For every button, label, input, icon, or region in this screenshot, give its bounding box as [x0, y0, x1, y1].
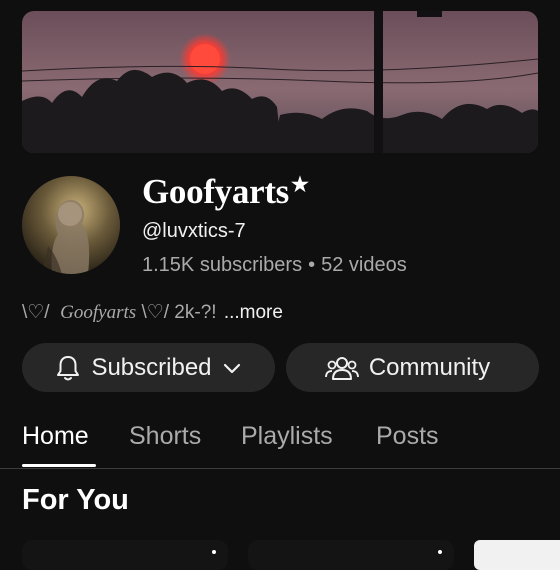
avatar-image — [22, 176, 120, 274]
section-title: For You — [22, 484, 129, 516]
stats-separator: • — [308, 254, 316, 276]
channel-title: Goofyarts ★ — [142, 172, 309, 212]
channel-stats: 1.15K subscribers • 52 videos — [142, 254, 407, 277]
description-suffix: \♡/ 2k-?! — [141, 302, 217, 323]
subscribed-button[interactable]: Subscribed — [22, 343, 275, 392]
community-button[interactable]: Community — [286, 343, 539, 392]
more-link[interactable]: ...more — [224, 302, 283, 323]
channel-name-text: Goofyarts — [142, 172, 289, 211]
subscriber-count: 1.15K subscribers — [142, 254, 303, 276]
bell-icon — [57, 355, 80, 380]
video-card[interactable] — [248, 540, 454, 570]
active-tab-indicator — [22, 464, 96, 467]
video-count: 52 videos — [321, 254, 407, 276]
tab-playlists[interactable]: Playlists — [241, 422, 333, 451]
tab-shorts[interactable]: Shorts — [129, 422, 201, 451]
description-script-name: Goofyarts — [60, 302, 137, 323]
description-prefix: \♡/ — [22, 302, 50, 323]
channel-handle: @luvxtics-7 — [142, 220, 246, 242]
channel-avatar[interactable] — [22, 176, 120, 274]
community-people-icon — [324, 356, 359, 380]
more-vert-icon[interactable] — [212, 550, 216, 554]
tab-home[interactable]: Home — [22, 422, 89, 451]
tab-posts[interactable]: Posts — [376, 422, 439, 451]
channel-description[interactable]: \♡/ Goofyarts \♡/ 2k-?! ...more — [22, 301, 283, 324]
channel-tabs: Home Shorts Playlists Posts — [0, 410, 560, 469]
subscribed-label: Subscribed — [91, 353, 212, 381]
video-card[interactable] — [22, 540, 228, 570]
chevron-down-icon — [223, 363, 240, 373]
more-vert-icon[interactable] — [438, 550, 442, 554]
channel-banner — [22, 11, 538, 153]
video-card[interactable] — [474, 540, 560, 570]
sunset-banner-image — [22, 11, 538, 153]
community-label: Community — [368, 353, 491, 381]
star-mark: ★ — [291, 174, 309, 196]
